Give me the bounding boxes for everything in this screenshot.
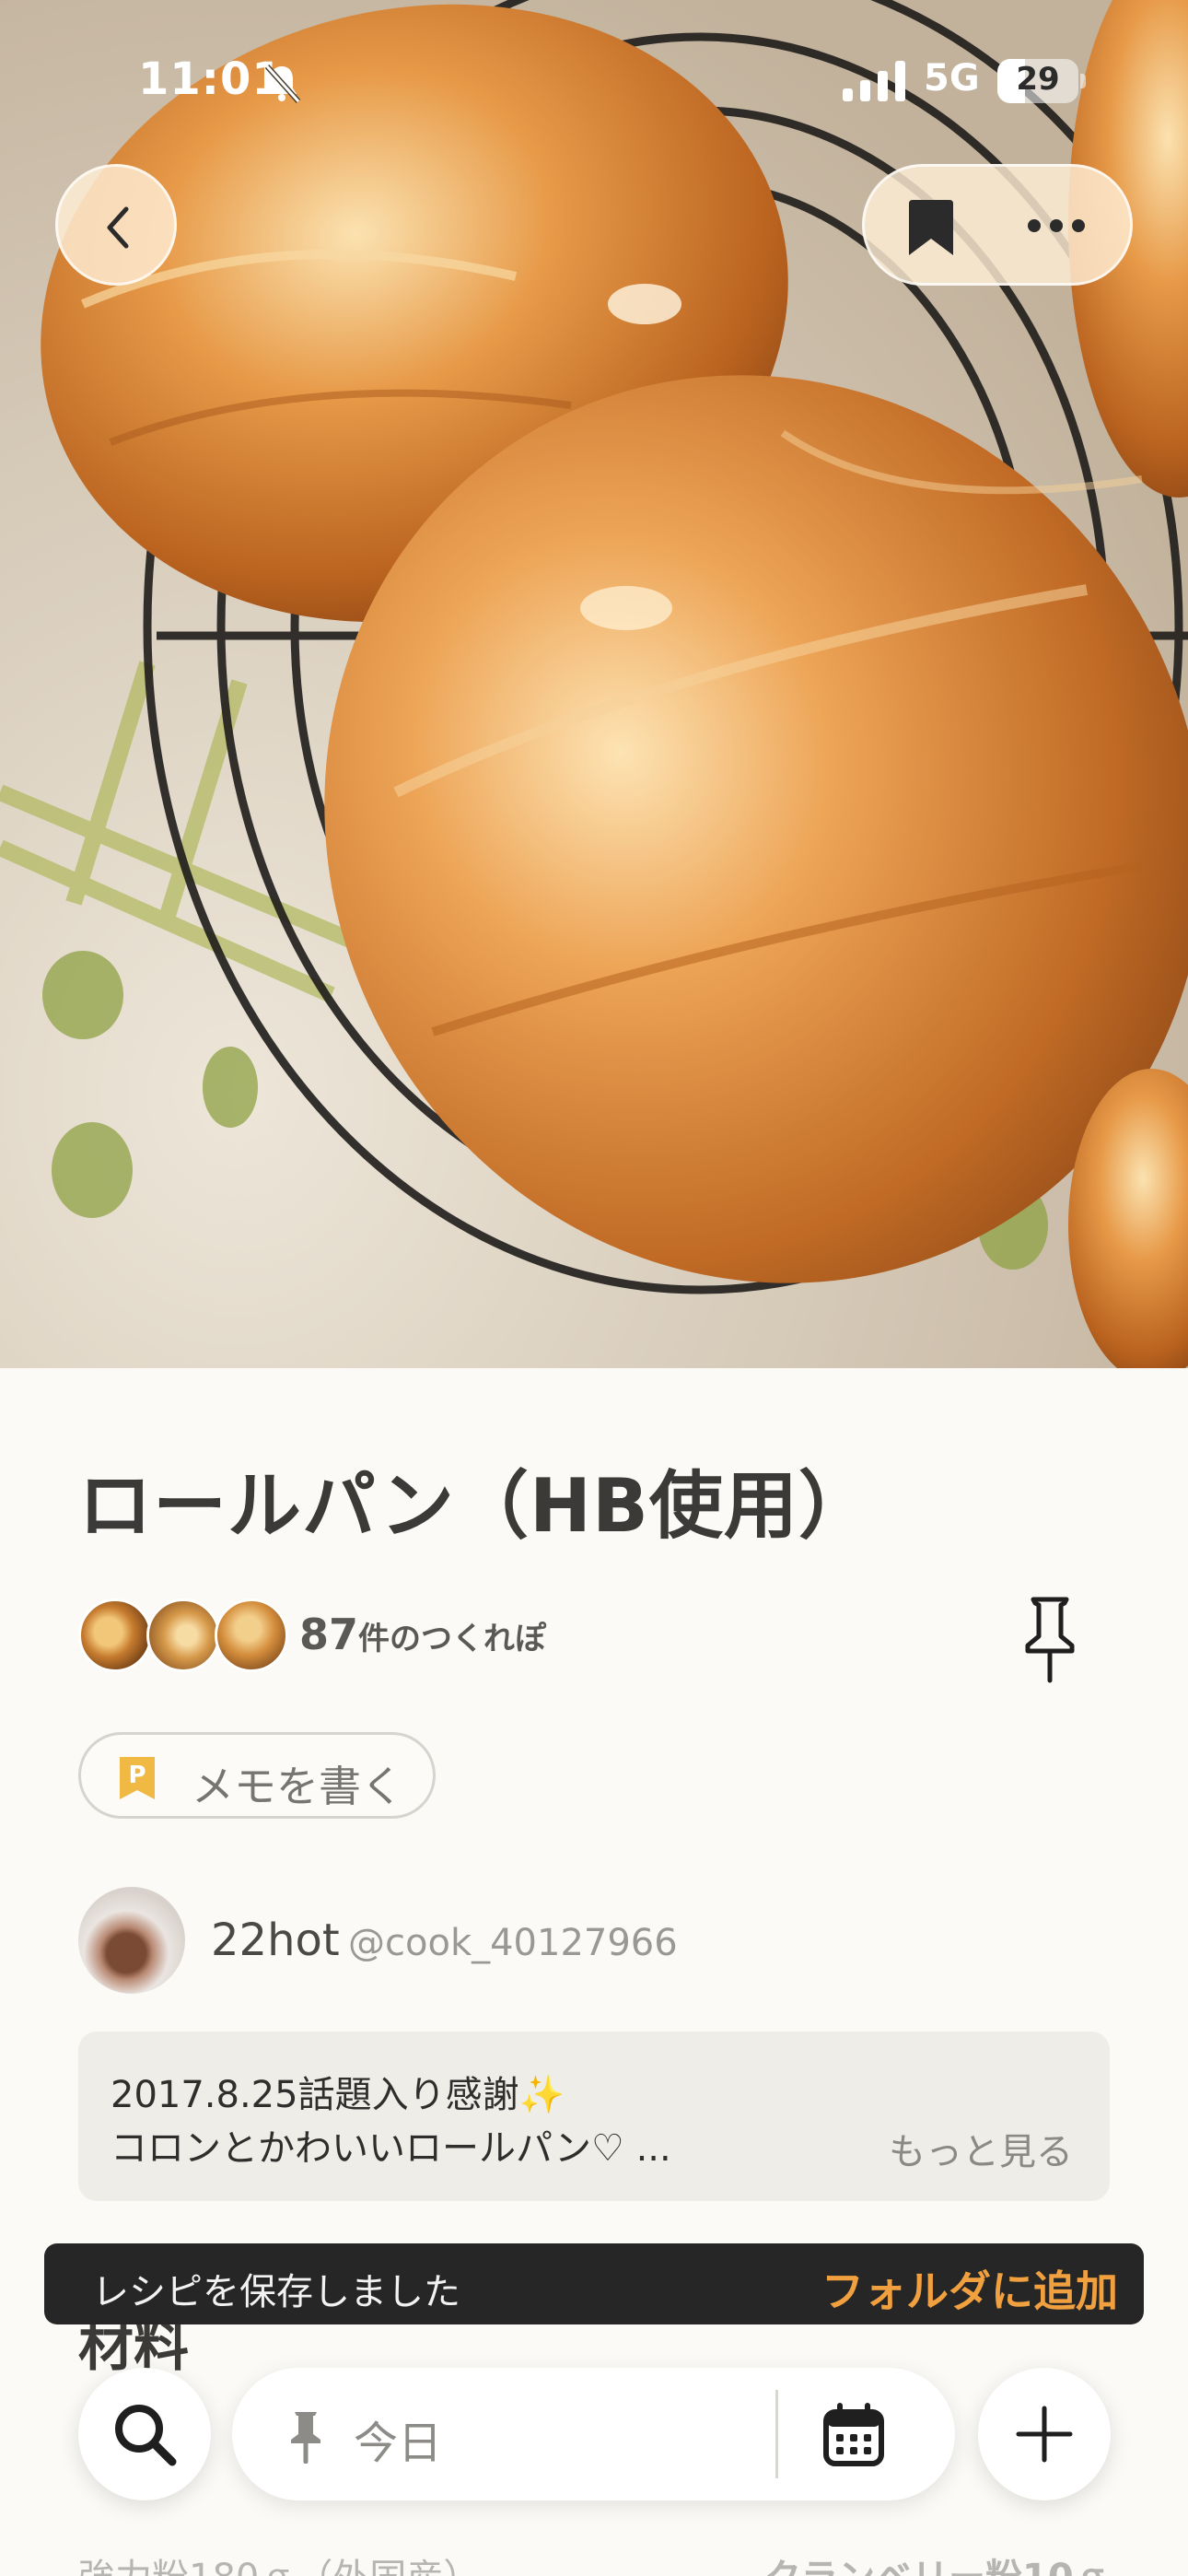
add-button[interactable] <box>978 2368 1111 2500</box>
tsukurepo-thumbnail <box>146 1598 220 1672</box>
network-type: 5G <box>924 57 980 100</box>
pin-icon[interactable] <box>1013 1594 1087 1686</box>
author-handle: @cook_40127966 <box>348 1922 678 1964</box>
search-icon <box>115 2405 177 2466</box>
recipe-description[interactable]: 2017.8.25話題入り感謝✨ コロンとかわいいロールパン♡ ... もっと見… <box>78 2032 1110 2201</box>
tsukurepo-thumbnail <box>78 1598 152 1672</box>
battery-icon: 29 <box>997 59 1086 103</box>
status-bar: 11:01 5G 29 <box>0 0 1188 166</box>
ingredient-row: 強力粉180ｇ（外国産） クランベリー粉10ｇ <box>78 2547 1111 2576</box>
divider <box>775 2390 778 2478</box>
battery-level: 29 <box>1016 61 1060 98</box>
ingredient-amount: クランベリー粉10ｇ <box>764 2547 1111 2576</box>
toast-message: レシピを保存しました <box>92 2271 460 2313</box>
bell-muted-icon <box>264 64 301 104</box>
top-actions <box>862 164 1133 286</box>
back-button[interactable] <box>55 164 177 286</box>
svg-text:P: P <box>128 1762 146 1789</box>
description-line: 2017.8.25話題入り感謝✨ <box>111 2074 565 2116</box>
tsukurepo-count-number: 87 <box>299 1610 359 1659</box>
tsukurepo-thumbnail <box>215 1598 288 1672</box>
write-memo-button[interactable]: P メモを書く <box>78 1732 436 1819</box>
avatar <box>78 1887 185 1994</box>
pin-icon <box>291 2412 320 2464</box>
ingredient-name: 強力粉180ｇ（外国産） <box>78 2557 480 2576</box>
signal-icon <box>843 61 905 101</box>
add-to-folder-button[interactable]: フォルダに追加 <box>821 2258 1118 2319</box>
tsukurepo-count: 87件のつくれぽ <box>299 1610 546 1659</box>
memo-icon: P <box>120 1757 155 1799</box>
tsukurepo-count-suffix: 件のつくれぽ <box>358 1621 547 1657</box>
search-button[interactable] <box>78 2368 211 2500</box>
author-name: 22hot <box>211 1914 340 1966</box>
today-label: 今日 <box>354 2418 443 2469</box>
recipe-title: ロールパン（HB使用） <box>78 1463 873 1549</box>
back-chevron-icon <box>107 206 129 249</box>
today-planner-bar[interactable]: 今日 <box>232 2368 955 2500</box>
calendar-icon[interactable] <box>821 2403 886 2467</box>
saved-toast: レシピを保存しました フォルダに追加 <box>44 2243 1144 2324</box>
show-more-link[interactable]: もっと見る <box>889 2122 1073 2175</box>
more-icon[interactable] <box>1027 217 1086 235</box>
description-line: コロンとかわいいロールパン♡ ... <box>111 2127 671 2170</box>
write-memo-label: メモを書く <box>192 1762 403 1811</box>
bookmark-icon[interactable] <box>903 196 959 259</box>
plus-icon <box>1016 2406 1073 2463</box>
recipe-page: 11:01 5G 29 ロールパン（HB使用） 87件のつくれぽ P メモを書く… <box>0 0 1188 2576</box>
